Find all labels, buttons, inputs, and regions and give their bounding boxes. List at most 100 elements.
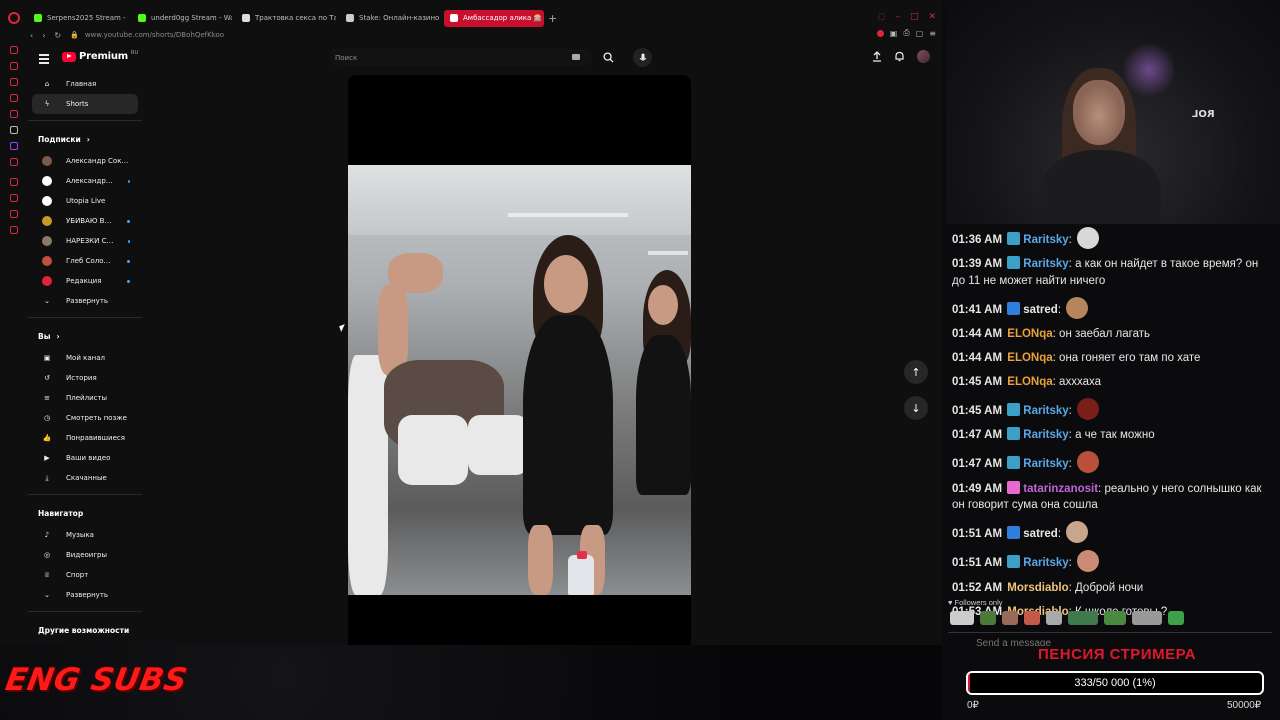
sidebar-bookmarks-icon[interactable] bbox=[10, 194, 18, 202]
maximize-icon[interactable]: □ bbox=[910, 12, 919, 22]
message-username[interactable]: ELONqa bbox=[1007, 328, 1052, 340]
subscription-item[interactable]: Александр Сокол... bbox=[32, 151, 138, 171]
sidebar-item[interactable]: ⌄ Развернуть bbox=[32, 585, 138, 605]
sidebar-item[interactable]: ♕ Спорт bbox=[32, 565, 138, 585]
back-icon[interactable]: ‹ bbox=[30, 31, 33, 40]
reload-icon[interactable]: ↻ bbox=[54, 31, 61, 40]
message-username[interactable]: satred bbox=[1023, 528, 1058, 540]
subscriptions-header[interactable]: Подписки › bbox=[28, 127, 142, 151]
emote-icon[interactable] bbox=[1168, 611, 1184, 625]
account-avatar[interactable] bbox=[917, 50, 930, 63]
subscription-item[interactable]: Александр Ште... bbox=[32, 171, 138, 191]
search-tabs-icon[interactable]: ◌ bbox=[878, 12, 886, 22]
subscription-item[interactable]: Utopia Live bbox=[32, 191, 138, 211]
next-short-button[interactable]: ↓ bbox=[904, 396, 928, 420]
expand-subscriptions-button[interactable]: ⌄ Развернуть bbox=[32, 291, 138, 311]
sidebar-item[interactable]: ▶ Ваши видео bbox=[32, 448, 138, 468]
sidebar-aria-icon[interactable] bbox=[10, 126, 18, 134]
emote-icon[interactable] bbox=[1002, 611, 1018, 625]
wallet-icon[interactable]: ▢ bbox=[916, 29, 924, 38]
message-username[interactable]: ELONqa bbox=[1007, 352, 1052, 364]
opera-logo-icon[interactable] bbox=[8, 12, 20, 24]
sidebar-settings-icon[interactable] bbox=[10, 226, 18, 234]
subscription-item[interactable]: УБИВАЮ ВРМ bbox=[32, 211, 138, 231]
voice-search-button[interactable] bbox=[633, 48, 652, 67]
sidebar-item-shorts[interactable]: ϟ Shorts bbox=[32, 94, 138, 114]
message-username[interactable]: ELONqa bbox=[1007, 376, 1052, 388]
youtube-logo[interactable]: Premium RU bbox=[62, 50, 138, 62]
url-field[interactable]: www.youtube.com/shorts/DBohQefKkoo bbox=[85, 31, 224, 39]
bell-icon[interactable] bbox=[894, 51, 905, 62]
upload-icon[interactable] bbox=[872, 51, 882, 62]
search-input[interactable]: Поиск bbox=[335, 54, 357, 62]
video-figure bbox=[348, 355, 388, 595]
sidebar-news-icon[interactable] bbox=[10, 62, 18, 70]
video-figure bbox=[398, 415, 468, 485]
keyboard-icon[interactable] bbox=[572, 54, 580, 60]
record-icon[interactable] bbox=[876, 29, 884, 37]
sidebar-telegram-icon[interactable] bbox=[10, 94, 18, 102]
message-username[interactable]: Raritsky bbox=[1023, 429, 1068, 441]
subscription-item[interactable]: Редакция bbox=[32, 271, 138, 291]
message-username[interactable]: Raritsky bbox=[1023, 405, 1068, 417]
video-ceiling bbox=[348, 165, 691, 235]
sidebar-messenger-icon[interactable] bbox=[10, 78, 18, 86]
subscription-item[interactable]: НАРЕЗКИ С LEV... bbox=[32, 231, 138, 251]
chat-message: 01:45 AM Raritsky: bbox=[952, 397, 1274, 420]
emote-icon[interactable] bbox=[1068, 611, 1098, 625]
sidebar-item[interactable]: ≡ Плейлисты bbox=[32, 388, 138, 408]
message-time: 01:44 AM bbox=[952, 352, 1003, 365]
message-username[interactable]: Raritsky bbox=[1023, 557, 1068, 569]
sidebar-item[interactable]: ▣ Мой канал bbox=[32, 348, 138, 368]
you-header[interactable]: Вы › bbox=[28, 324, 142, 348]
browser-tab[interactable]: underd0gg Stream - Watc bbox=[132, 10, 232, 27]
snapshot-icon[interactable]: ⎙ bbox=[903, 28, 909, 38]
message-username[interactable]: Raritsky bbox=[1023, 234, 1068, 246]
previous-short-button[interactable]: ↑ bbox=[904, 360, 928, 384]
sidebar-downloads-icon[interactable] bbox=[10, 210, 18, 218]
like-icon: 👍 bbox=[42, 434, 52, 442]
other-title: Другие возможности bbox=[38, 625, 130, 635]
shorts-player[interactable] bbox=[348, 75, 691, 645]
sidebar-twitch-icon[interactable] bbox=[10, 142, 18, 150]
hamburger-menu-icon[interactable] bbox=[39, 54, 49, 66]
emote-icon[interactable] bbox=[1104, 611, 1126, 625]
message-username[interactable]: Raritsky bbox=[1023, 258, 1068, 270]
sidebar-item[interactable]: ◷ Смотреть позже bbox=[32, 408, 138, 428]
forward-icon[interactable]: › bbox=[42, 31, 45, 40]
subscription-item[interactable]: Глеб Соломин bbox=[32, 251, 138, 271]
close-icon[interactable]: ✕ bbox=[928, 12, 936, 22]
message-username[interactable]: Morsdiablo bbox=[1007, 582, 1068, 594]
browser-tab[interactable]: Serpens2025 Stream - Wa bbox=[28, 10, 128, 27]
emote-icon[interactable] bbox=[1024, 611, 1040, 625]
menu-icon[interactable]: ≡ bbox=[929, 29, 936, 38]
sidebar-item[interactable]: 👍 Понравившиеся bbox=[32, 428, 138, 448]
new-tab-button[interactable]: + bbox=[548, 12, 557, 25]
shorts-video-frame[interactable] bbox=[348, 165, 691, 595]
emote-icon[interactable] bbox=[950, 611, 974, 625]
window-controls: ◌ – □ ✕ bbox=[878, 12, 936, 22]
browser-tab[interactable]: Stake: Онлайн-казино и с bbox=[340, 10, 440, 27]
sidebar-item-home[interactable]: ⌂ Главная bbox=[32, 74, 138, 94]
search-box[interactable]: Поиск bbox=[330, 49, 592, 66]
minimize-icon[interactable]: – bbox=[895, 12, 900, 22]
sidebar-whatsapp-icon[interactable] bbox=[10, 110, 18, 118]
browser-tab[interactable]: Амбассадор алика 🎰 bbox=[444, 9, 544, 27]
emote-icon[interactable] bbox=[980, 611, 996, 625]
sidebar-history-icon[interactable] bbox=[10, 178, 18, 186]
sidebar-item[interactable]: ♪ Музыка bbox=[32, 525, 138, 545]
sidebar-item[interactable]: ↺ История bbox=[32, 368, 138, 388]
message-username[interactable]: Raritsky bbox=[1023, 458, 1068, 470]
sidebar-item[interactable]: ⤓ Скачанные bbox=[32, 468, 138, 488]
message-username[interactable]: tatarinzanosit bbox=[1023, 483, 1098, 495]
extensions-icon[interactable]: ▣ bbox=[890, 29, 898, 38]
sidebar-vk-icon[interactable] bbox=[10, 158, 18, 166]
sidebar-item[interactable]: ◎ Видеоигры bbox=[32, 545, 138, 565]
emote-icon[interactable] bbox=[1132, 611, 1162, 625]
search-button[interactable] bbox=[594, 49, 622, 66]
browser-tab[interactable]: Трактовка секса по Таро bbox=[236, 10, 336, 27]
emote-icon[interactable] bbox=[1046, 611, 1062, 625]
sidebar-speed-dial-icon[interactable] bbox=[10, 46, 18, 54]
chat-input[interactable]: Send a message bbox=[948, 632, 1272, 646]
message-username[interactable]: satred bbox=[1023, 304, 1058, 316]
